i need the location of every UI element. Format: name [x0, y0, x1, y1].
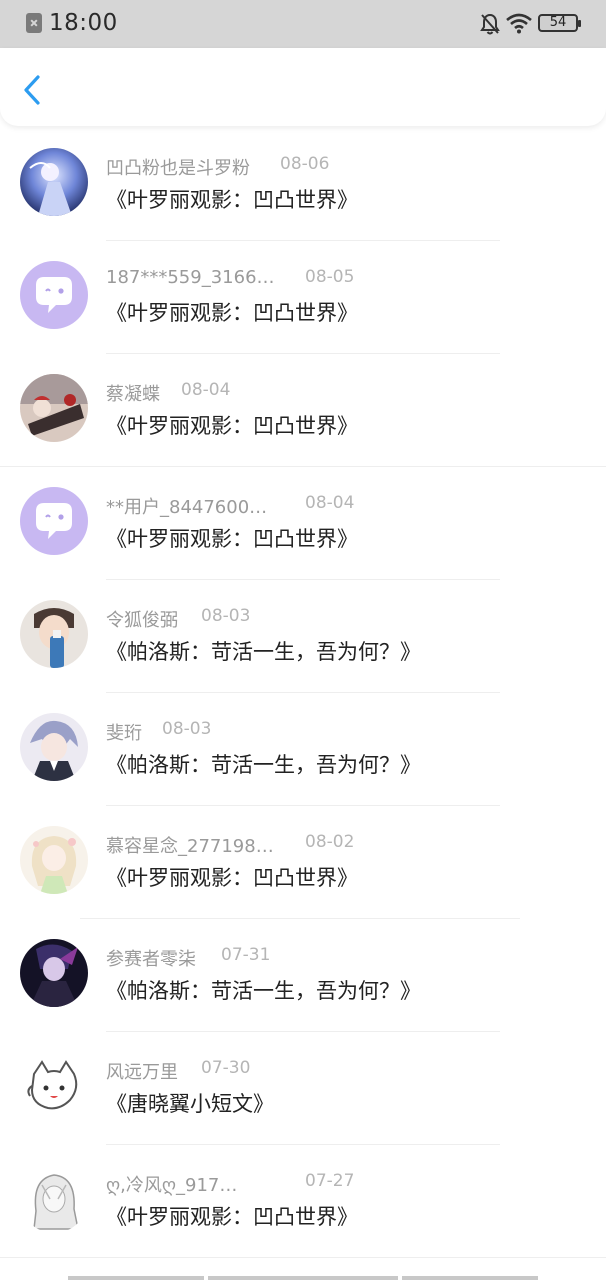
avatar[interactable]: [20, 148, 88, 216]
no-sim-icon: [26, 13, 42, 33]
post-date: 07-30: [201, 1058, 251, 1078]
work-title[interactable]: 《唐晓翼小短文》: [106, 1088, 274, 1118]
list-item[interactable]: 斐珩 08-03 《帕洛斯：苛活一生，吾为何？》: [0, 693, 606, 806]
work-title[interactable]: 《叶罗丽观影：凹凸世界》: [106, 184, 358, 214]
list-item[interactable]: 慕容星念_277198… 08-02 《叶罗丽观影：凹凸世界》: [0, 806, 606, 919]
work-title[interactable]: 《帕洛斯：苛活一生，吾为何？》: [106, 975, 421, 1005]
avatar[interactable]: [20, 1052, 88, 1120]
comment-list: 凹凸粉也是斗罗粉 08-06 《叶罗丽观影：凹凸世界》 187***559_31…: [0, 128, 606, 1258]
work-title[interactable]: 《叶罗丽观影：凹凸世界》: [106, 862, 358, 892]
next-item-peek: [0, 1258, 606, 1280]
user-name: 斐珩: [106, 723, 142, 744]
post-date: 08-04: [305, 493, 355, 513]
user-name: 参赛者零柒: [106, 949, 196, 970]
peek-bar: [68, 1276, 204, 1280]
wifi-icon: [506, 13, 532, 34]
list-item[interactable]: 凹凸粉也是斗罗粉 08-06 《叶罗丽观影：凹凸世界》: [0, 128, 606, 241]
work-title[interactable]: 《叶罗丽观影：凹凸世界》: [106, 523, 358, 553]
post-date: 08-05: [305, 267, 355, 287]
user-name: 187***559_3166…: [106, 267, 275, 288]
list-item[interactable]: 令狐俊弼 08-03 《帕洛斯：苛活一生，吾为何？》: [0, 580, 606, 693]
peek-bar: [208, 1276, 398, 1280]
post-date: 07-31: [221, 945, 271, 965]
avatar[interactable]: [20, 939, 88, 1007]
work-title[interactable]: 《帕洛斯：苛活一生，吾为何？》: [106, 749, 421, 779]
post-date: 08-03: [162, 719, 212, 739]
avatar[interactable]: [20, 261, 88, 329]
status-time: 18:00: [49, 10, 118, 36]
list-item[interactable]: 187***559_3166… 08-05 《叶罗丽观影：凹凸世界》: [0, 241, 606, 354]
avatar[interactable]: [20, 600, 88, 668]
user-name: **用户_8447600…: [106, 497, 268, 518]
post-date: 08-02: [305, 832, 355, 852]
work-title[interactable]: 《叶罗丽观影：凹凸世界》: [106, 297, 358, 327]
list-item[interactable]: **用户_8447600… 08-04 《叶罗丽观影：凹凸世界》: [0, 467, 606, 580]
avatar[interactable]: [20, 713, 88, 781]
avatar[interactable]: [20, 487, 88, 555]
user-name: 慕容星念_277198…: [106, 836, 274, 857]
user-name: 令狐俊弼: [106, 610, 178, 631]
peek-bar: [402, 1276, 538, 1280]
list-item[interactable]: ღ,冷风ღ_917… 07-27 《叶罗丽观影：凹凸世界》: [0, 1145, 606, 1258]
top-bar: [0, 48, 606, 126]
user-name: 蔡凝蝶: [106, 384, 160, 405]
battery-level: 54: [549, 15, 567, 30]
list-item[interactable]: 风远万里 07-30 《唐晓翼小短文》: [0, 1032, 606, 1145]
list-item[interactable]: 参赛者零柒 07-31 《帕洛斯：苛活一生，吾为何？》: [0, 919, 606, 1032]
avatar[interactable]: [20, 1165, 88, 1233]
work-title[interactable]: 《帕洛斯：苛活一生，吾为何？》: [106, 636, 421, 666]
bell-muted-icon: [480, 13, 500, 35]
list-item[interactable]: 蔡凝蝶 08-04 《叶罗丽观影：凹凸世界》: [0, 354, 606, 467]
back-button[interactable]: [16, 72, 48, 108]
user-name: ღ,冷风ღ_917…: [106, 1175, 238, 1196]
avatar[interactable]: [20, 826, 88, 894]
work-title[interactable]: 《叶罗丽观影：凹凸世界》: [106, 1201, 358, 1231]
status-bar: 18:00 54: [0, 0, 606, 48]
post-date: 08-04: [181, 380, 231, 400]
post-date: 08-03: [201, 606, 251, 626]
work-title[interactable]: 《叶罗丽观影：凹凸世界》: [106, 410, 358, 440]
post-date: 07-27: [305, 1171, 355, 1191]
avatar[interactable]: [20, 374, 88, 442]
post-date: 08-06: [280, 154, 330, 174]
battery-icon: 54: [538, 14, 581, 32]
user-name: 凹凸粉也是斗罗粉: [106, 158, 250, 179]
user-name: 风远万里: [106, 1062, 178, 1083]
